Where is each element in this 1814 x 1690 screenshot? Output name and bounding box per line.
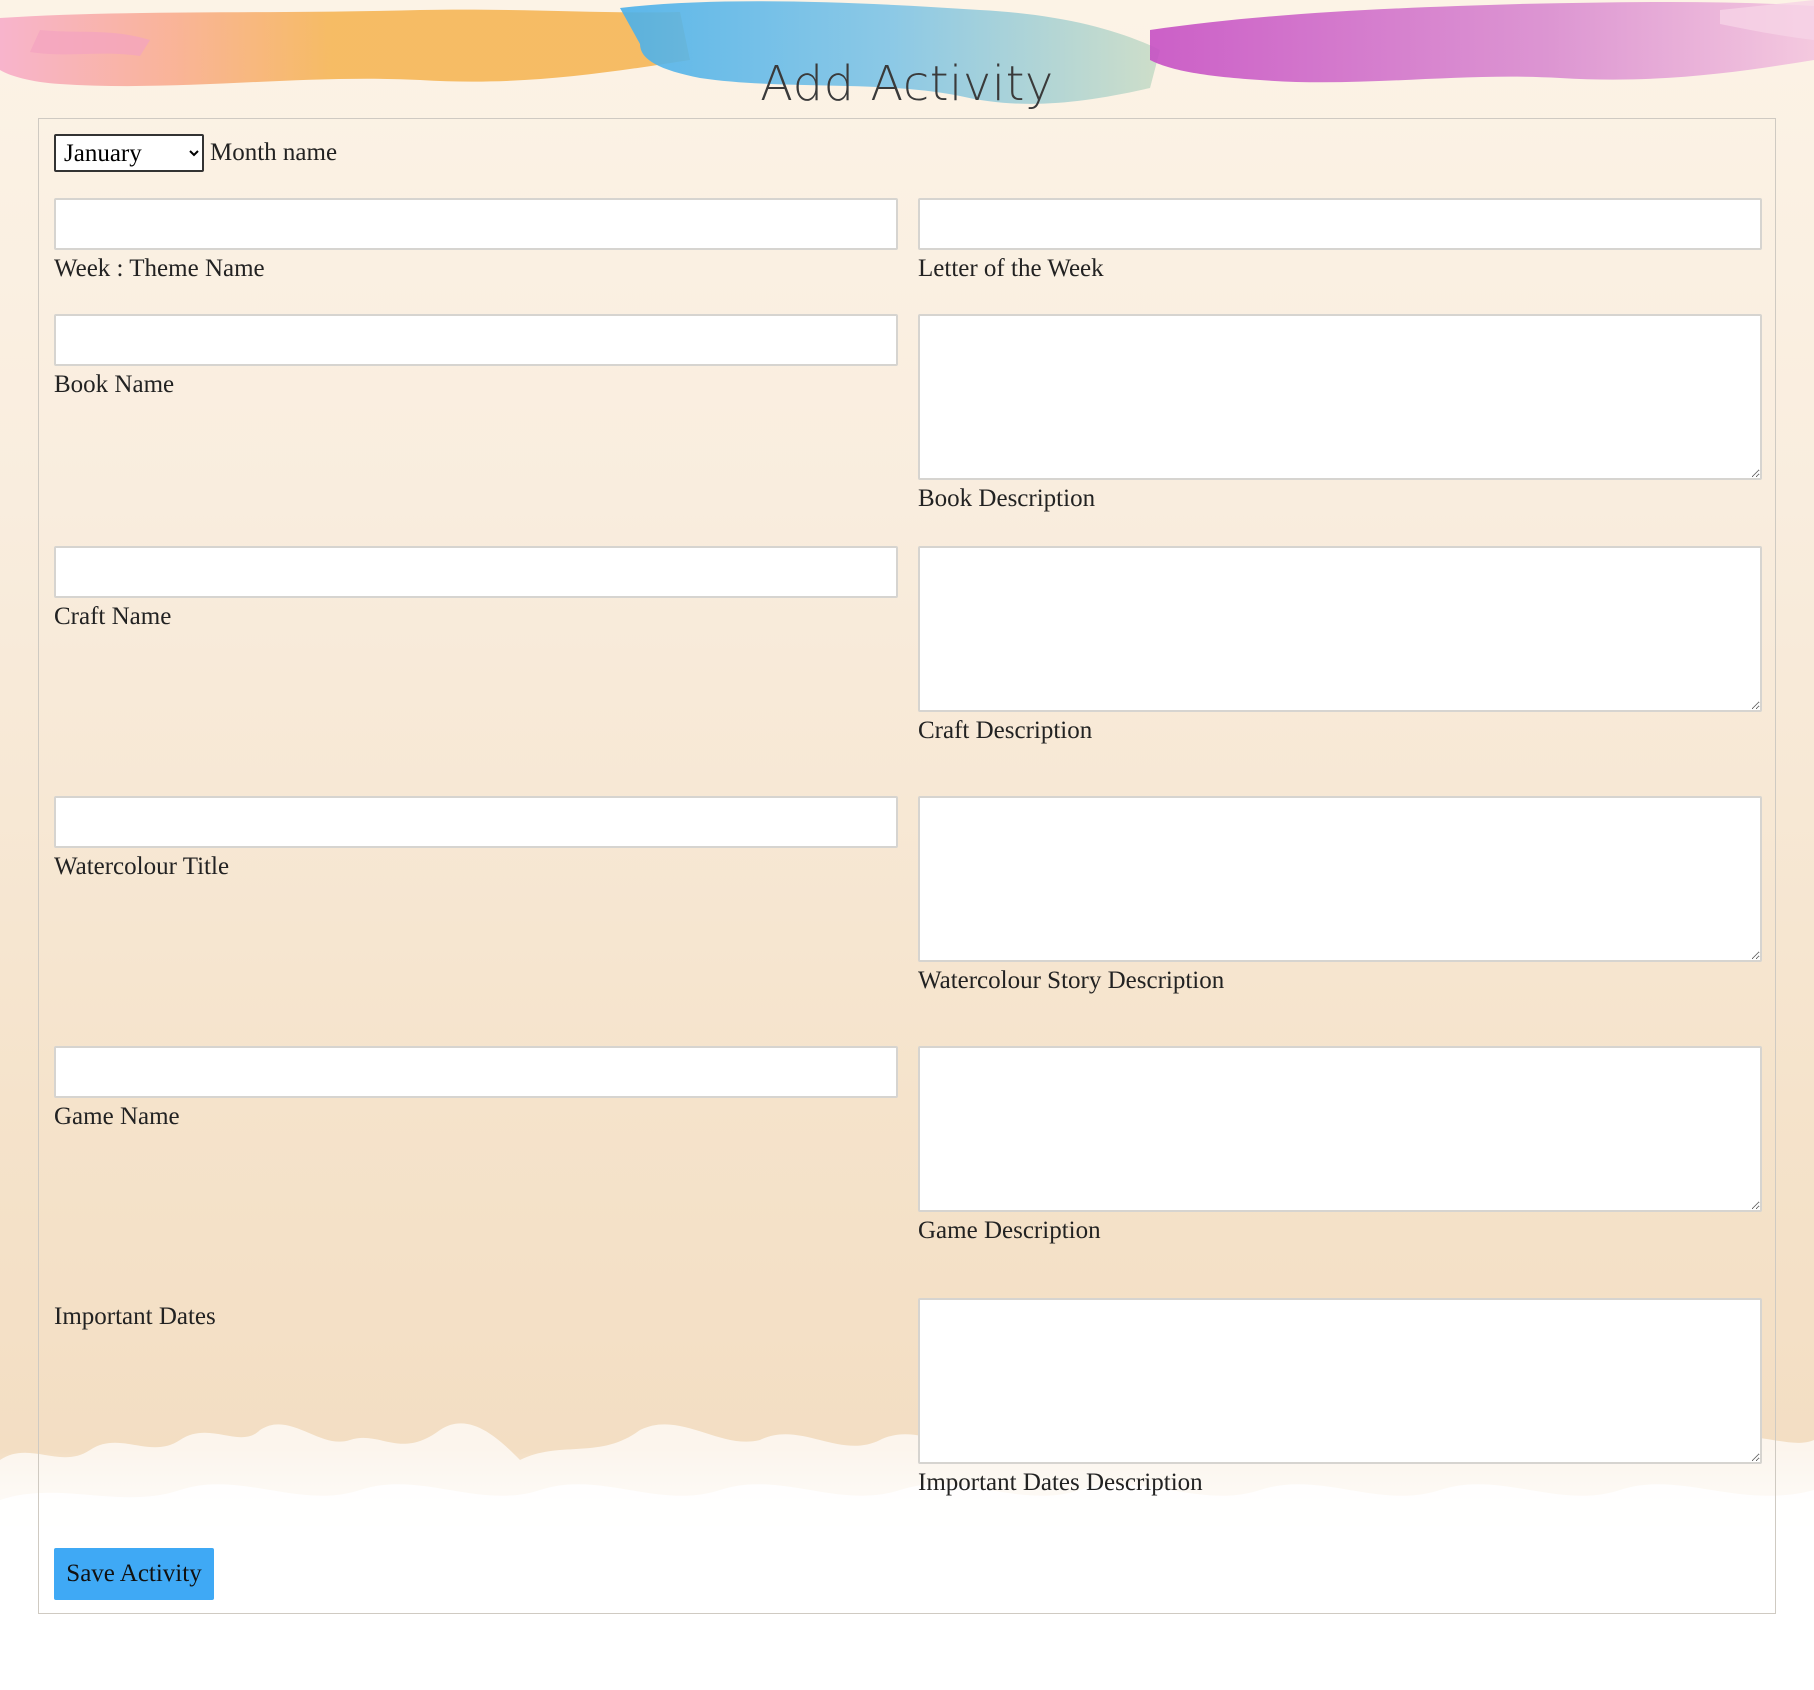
watercolour-story-description-textarea[interactable] [918,796,1762,962]
week-theme-label: Week : Theme Name [54,255,265,282]
letter-of-week-input[interactable] [918,198,1762,250]
craft-name-label: Craft Name [54,603,172,630]
craft-description-label: Craft Description [918,717,1093,744]
game-name-input[interactable] [54,1046,898,1098]
letter-of-week-label: Letter of the Week [918,255,1104,282]
important-dates-description-textarea[interactable] [918,1298,1762,1464]
craft-name-input[interactable] [54,546,898,598]
game-description-textarea[interactable] [918,1046,1762,1212]
month-name-label: Month name [210,139,338,166]
month-select[interactable]: January [54,134,204,172]
book-name-label: Book Name [54,371,175,398]
watercolour-title-label: Watercolour Title [54,853,230,880]
watercolour-title-input[interactable] [54,796,898,848]
important-dates-description-label: Important Dates Description [918,1469,1203,1496]
game-name-label: Game Name [54,1103,180,1130]
week-theme-input[interactable] [54,198,898,250]
book-name-input[interactable] [54,314,898,366]
book-description-textarea[interactable] [918,314,1762,480]
book-description-label: Book Description [918,485,1096,512]
game-description-label: Game Description [918,1217,1101,1244]
watercolour-story-description-label: Watercolour Story Description [918,967,1225,994]
save-activity-button[interactable]: Save Activity [54,1548,214,1600]
page-title: Add Activity [760,56,1054,112]
craft-description-textarea[interactable] [918,546,1762,712]
important-dates-label: Important Dates [54,1303,216,1330]
